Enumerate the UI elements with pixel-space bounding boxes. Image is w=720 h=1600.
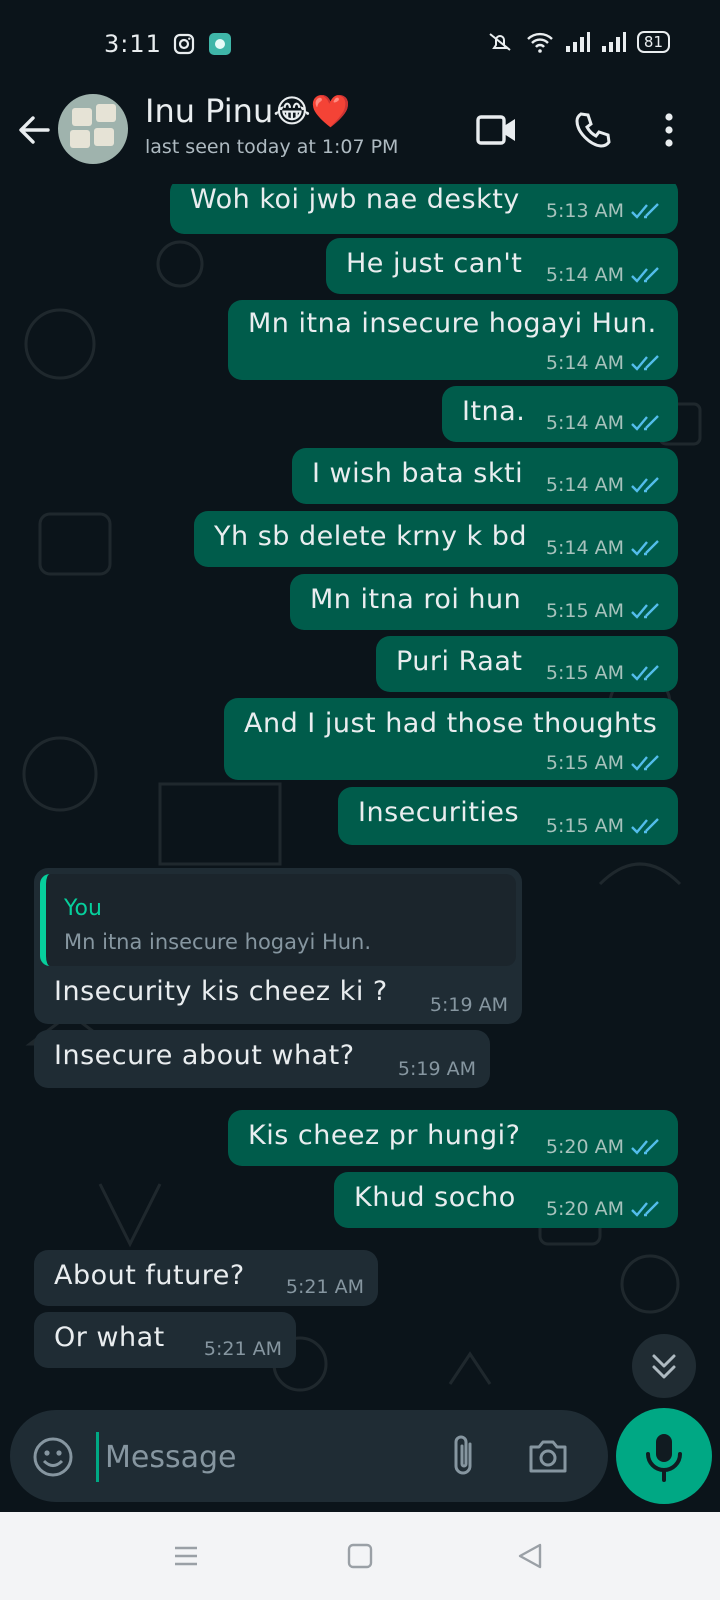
message-text: Yh sb delete krny k bd (214, 521, 528, 552)
message-text: Or what (54, 1322, 165, 1353)
message-time: 5:13 AM (545, 200, 624, 222)
double-chevron-down-icon (652, 1354, 676, 1379)
message-time: 5:14 AM (545, 264, 624, 286)
read-ticks-icon (631, 540, 659, 556)
mute-icon (489, 33, 511, 51)
message-outgoing[interactable]: Insecurities 5:15 AM (338, 787, 678, 845)
quoted-message[interactable]: You Mn itna insecure hogayi Hun. (40, 874, 516, 966)
read-ticks-icon (631, 203, 659, 219)
app-notification-icon (209, 33, 231, 55)
message-text: About future? (54, 1260, 245, 1291)
camera-icon[interactable] (526, 1434, 570, 1478)
message-outgoing[interactable]: Puri Raat 5:15 AM (376, 636, 678, 692)
message-time: 5:14 AM (545, 352, 624, 374)
avatar[interactable] (58, 94, 128, 164)
message-outgoing[interactable]: He just can't 5:14 AM (326, 238, 678, 294)
home-nav-icon[interactable] (346, 1542, 374, 1570)
back-arrow-icon[interactable] (16, 112, 52, 148)
message-outgoing[interactable]: Kis cheez pr hungi? 5:20 AM (228, 1110, 678, 1166)
read-ticks-icon (631, 267, 659, 283)
message-outgoing[interactable]: Mn itna insecure hogayi Hun. 5:14 AM (228, 300, 678, 380)
system-navigation-bar (0, 1512, 720, 1600)
message-outgoing[interactable]: And I just had those thoughts 5:15 AM (224, 698, 678, 780)
message-text: I wish bata skti (312, 458, 524, 489)
message-outgoing[interactable]: Mn itna roi hun 5:15 AM (290, 574, 678, 630)
voice-record-button[interactable] (616, 1408, 712, 1504)
message-text: Itna. (462, 396, 526, 427)
message-time: 5:20 AM (545, 1136, 624, 1158)
message-incoming[interactable]: About future? 5:21 AM (34, 1250, 378, 1306)
message-text: Woh koi jwb nae deskty (190, 184, 520, 215)
signal-icon-2 (601, 32, 626, 52)
message-input[interactable] (96, 1432, 447, 1482)
attach-icon[interactable] (448, 1432, 480, 1480)
chat-header: Inu Pinu😂❤️ last seen today at 1:07 PM (0, 88, 720, 184)
message-time: 5:14 AM (545, 412, 624, 434)
message-time: 5:15 AM (545, 752, 624, 774)
menu-nav-icon[interactable] (172, 1542, 200, 1570)
contact-name: Inu Pinu😂❤️ (145, 92, 351, 130)
message-time: 5:21 AM (285, 1276, 364, 1298)
message-text: Insecure about what? (54, 1040, 355, 1071)
last-seen-status: last seen today at 1:07 PM (145, 136, 399, 158)
message-text: Mn itna roi hun (310, 584, 522, 615)
message-outgoing[interactable]: Woh koi jwb nae deskty 5:13 AM (170, 184, 678, 234)
message-time: 5:21 AM (203, 1338, 282, 1360)
read-ticks-icon (631, 818, 659, 834)
quote-text: Mn itna insecure hogayi Hun. (64, 930, 372, 954)
message-text: Insecurity kis cheez ki ? (54, 976, 388, 1007)
emoji-icon[interactable] (32, 1436, 74, 1478)
status-time: 3:11 (104, 30, 162, 58)
message-time: 5:19 AM (397, 1058, 476, 1080)
more-options-icon[interactable] (662, 110, 676, 150)
battery-icon: 81 (636, 31, 670, 53)
read-ticks-icon (631, 1139, 659, 1155)
read-ticks-icon (631, 665, 659, 681)
message-text: Khud socho (354, 1182, 516, 1213)
message-text: Kis cheez pr hungi? (248, 1120, 521, 1151)
scroll-to-bottom-button[interactable] (632, 1334, 696, 1398)
message-text: And I just had those thoughts (244, 708, 658, 739)
chat-area[interactable]: Woh koi jwb nae deskty 5:13 AM He just c… (0, 184, 720, 1404)
read-ticks-icon (631, 1201, 659, 1217)
read-ticks-icon (631, 755, 659, 771)
message-time: 5:15 AM (545, 662, 624, 684)
message-text: Insecurities (358, 797, 520, 828)
signal-icon (565, 32, 590, 52)
video-call-icon[interactable] (475, 110, 519, 150)
message-time: 5:15 AM (545, 600, 624, 622)
message-incoming[interactable]: Or what 5:21 AM (34, 1312, 296, 1368)
message-outgoing[interactable]: Khud socho 5:20 AM (334, 1172, 678, 1228)
back-nav-icon[interactable] (516, 1542, 544, 1570)
message-outgoing[interactable]: Itna. 5:14 AM (442, 386, 678, 442)
message-text: Puri Raat (396, 646, 523, 677)
wifi-icon (527, 32, 553, 53)
message-time: 5:14 AM (545, 537, 624, 559)
message-incoming-reply[interactable]: You Mn itna insecure hogayi Hun. Insecur… (34, 868, 522, 1024)
message-time: 5:14 AM (545, 474, 624, 496)
message-outgoing[interactable]: I wish bata skti 5:14 AM (292, 448, 678, 504)
phone-call-icon[interactable] (572, 110, 612, 150)
read-ticks-icon (631, 477, 659, 493)
message-text: He just can't (346, 248, 523, 279)
read-ticks-icon (631, 415, 659, 431)
message-outgoing[interactable]: Yh sb delete krny k bd 5:14 AM (194, 511, 678, 567)
message-time: 5:20 AM (545, 1198, 624, 1220)
read-ticks-icon (631, 355, 659, 371)
message-time: 5:15 AM (545, 815, 624, 837)
quote-author: You (64, 896, 102, 921)
message-text: Mn itna insecure hogayi Hun. (248, 308, 657, 339)
message-time: 5:19 AM (429, 994, 508, 1016)
message-incoming[interactable]: Insecure about what? 5:19 AM (34, 1030, 490, 1088)
message-composer (10, 1410, 608, 1502)
status-bar: 3:11 81 (0, 0, 720, 88)
read-ticks-icon (631, 603, 659, 619)
instagram-icon (173, 33, 195, 55)
mic-icon (646, 1434, 682, 1482)
